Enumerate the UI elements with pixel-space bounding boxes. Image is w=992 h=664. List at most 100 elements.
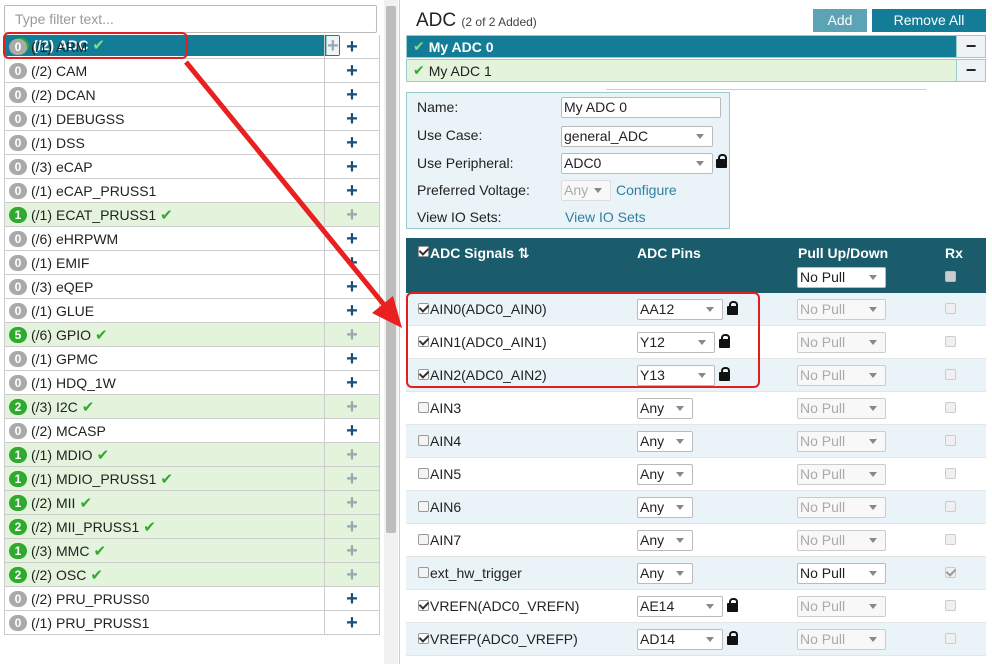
add-button[interactable]: Add [813,9,867,32]
add-module-button[interactable]: + [325,251,379,274]
lock-icon[interactable] [727,598,738,612]
add-module-button[interactable]: + [325,419,379,442]
module-row[interactable]: 0 (/1) PRU_PRUSS1 + [4,611,380,635]
module-label[interactable]: 0 (/1) GLUE [5,299,325,322]
signal-checkbox[interactable] [418,633,429,644]
module-label[interactable]: 1 (/1) MDIO_PRUSS1 ✔ [5,467,325,490]
name-field[interactable]: My ADC 0 [561,97,721,118]
add-module-button[interactable]: + [325,323,379,346]
module-label[interactable]: 0 (/2) MCASP [5,419,325,442]
module-label[interactable]: 0 (/1) DSS [5,131,325,154]
module-row[interactable]: 1 (/1) MDIO ✔ + [4,443,380,467]
module-label[interactable]: 1 (/1) MDIO ✔ [5,443,325,466]
module-row[interactable]: 0 (/3) eQEP + [4,275,380,299]
remove-all-button[interactable]: Remove All [872,9,986,32]
module-row[interactable]: 1 (/1) MDIO_PRUSS1 ✔ + [4,467,380,491]
module-row[interactable]: 1 (/1) ECAT_PRUSS1 ✔ + [4,203,380,227]
scrollbar-thumb[interactable] [386,6,396,533]
add-module-button[interactable]: + [325,443,379,466]
pin-select[interactable]: Any [637,530,693,551]
add-module-button[interactable]: + [325,587,379,610]
add-module-button[interactable]: + [325,107,379,130]
pin-select[interactable]: Any [637,563,693,584]
add-module-button[interactable]: + [325,299,379,322]
module-label[interactable]: 0 (/3) eQEP [5,275,325,298]
pin-select[interactable]: Any [637,398,693,419]
module-row[interactable]: 0 (/1) GPMC + [4,347,380,371]
module-row[interactable]: 0 (/6) eHRPWM + [4,227,380,251]
pin-select[interactable]: AE14 [637,596,723,617]
module-label[interactable]: 0 (/6) eHRPWM [5,227,325,250]
module-row[interactable]: 2 (/3) I2C ✔ + [4,395,380,419]
pin-select[interactable]: Any [637,464,693,485]
instance-label[interactable]: ✔ My ADC 0 [407,36,956,57]
add-module-button[interactable]: + [325,539,379,562]
module-label[interactable]: 1 (/2) MII ✔ [5,491,325,514]
add-module-button[interactable]: + [325,611,379,634]
add-module-button[interactable]: + [325,179,379,202]
module-label[interactable]: 0 (/1) PRU_PRUSS1 [5,611,325,634]
module-row[interactable]: 0 (/3) eCAP + [4,155,380,179]
module-row[interactable]: 5 (/6) GPIO ✔ + [4,323,380,347]
add-module-button[interactable]: + [325,563,379,586]
module-label[interactable]: 0 (/1) GPMC [5,347,325,370]
pull-all-select[interactable]: No Pull [797,267,886,288]
module-label[interactable]: 0 (/1) HDQ_1W [5,371,325,394]
select-all-checkbox[interactable] [418,246,429,257]
signal-checkbox[interactable] [418,600,429,611]
add-module-button[interactable]: + [325,491,379,514]
use-case-select[interactable]: general_ADC [561,126,713,147]
signal-checkbox[interactable] [418,468,429,479]
module-label[interactable]: 0 (/1) DEBUGSS [5,107,325,130]
module-label[interactable]: 0 (/2) CAM [5,59,325,82]
module-row[interactable]: 0 (/1) DEBUGSS + [4,107,380,131]
signal-checkbox[interactable] [418,567,429,578]
add-module-button[interactable]: + [325,395,379,418]
instance-label[interactable]: ✔ My ADC 1 [407,60,956,81]
add-module-button[interactable]: + [325,275,379,298]
configure-link[interactable]: Configure [616,182,677,198]
module-label[interactable]: 0 (/2) PRU_PRUSS0 [5,587,325,610]
module-row[interactable]: 0 (/1) HDQ_1W + [4,371,380,395]
signal-checkbox[interactable] [418,402,429,413]
module-row[interactable]: 0 (/2) MCASP + [4,419,380,443]
add-module-button[interactable]: + [325,371,379,394]
view-io-sets-link[interactable]: View IO Sets [565,209,646,225]
remove-instance-button[interactable]: − [956,36,985,57]
module-label[interactable]: 1 (/3) MMC ✔ [5,539,325,562]
add-module-button[interactable]: + [325,35,379,58]
add-module-button[interactable]: + [325,59,379,82]
col-signals[interactable]: ADC Signals ⇅ [430,245,530,262]
module-label[interactable]: 0 (/2) DCAN [5,83,325,106]
lock-icon[interactable] [727,631,738,645]
module-row[interactable]: 0 (/2) PRU_PRUSS0 + [4,587,380,611]
module-row[interactable]: 0 (/2) CAM + [4,59,380,83]
module-row[interactable]: 2 (/2) OSC ✔ + [4,563,380,587]
filter-input[interactable] [4,5,377,33]
module-list-scrollbar[interactable] [384,0,398,664]
add-module-button[interactable]: + [325,347,379,370]
add-module-button[interactable]: + [325,203,379,226]
add-module-button[interactable]: + [325,467,379,490]
instance-row[interactable]: ✔ My ADC 0 − [406,35,986,58]
module-row[interactable]: 1 (/2) MII ✔ + [4,491,380,515]
add-module-button[interactable]: + [325,155,379,178]
add-module-button[interactable]: + [325,227,379,250]
add-module-button[interactable]: + [325,515,379,538]
module-label[interactable]: 2 (/2) MII_PRUSS1 ✔ [5,515,325,538]
module-label[interactable]: 2 (/2) OSC ✔ [5,563,325,586]
module-label[interactable]: 5 (/6) GPIO ✔ [5,323,325,346]
module-label[interactable]: 0 (/1) eCAP_PRUSS1 [5,179,325,202]
module-label[interactable]: 0 (/1) EMIF [5,251,325,274]
module-row[interactable]: 1 (/3) MMC ✔ + [4,539,380,563]
signal-checkbox[interactable] [418,501,429,512]
module-row[interactable]: 0 (/1) EMIF + [4,251,380,275]
lock-icon[interactable] [716,154,727,168]
use-peripheral-select[interactable]: ADC0 [561,153,713,174]
module-row[interactable]: 0 (/1) GLUE + [4,299,380,323]
add-module-button[interactable]: + [325,131,379,154]
pull-select[interactable]: No Pull [797,563,886,584]
instance-row[interactable]: ✔ My ADC 1 − [406,59,986,82]
module-row[interactable]: 0 (/2) DCAN + [4,83,380,107]
signal-checkbox[interactable] [418,435,429,446]
